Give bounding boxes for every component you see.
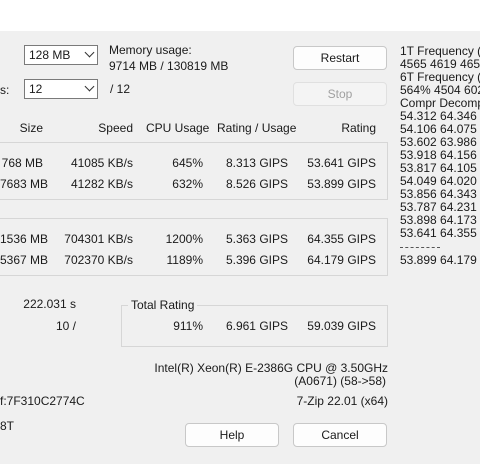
compressing-group (0, 142, 388, 200)
col-rating-usage: Rating / Usage (217, 121, 297, 135)
compress-rating: 53.641 GIPS (307, 156, 376, 170)
compress-size: 768 MB (1, 156, 43, 170)
dictionary-size-value: 128 MB (29, 48, 71, 62)
compress-size: 7683 MB (0, 177, 49, 191)
dictionary-size-select[interactable]: 128 MB (24, 45, 98, 65)
freq-1t-values: 4565 4619 4652 (400, 57, 480, 71)
chevron-down-icon (84, 47, 95, 58)
total-rating-label: Total Rating (128, 298, 198, 312)
compress-rating-usage: 8.526 GIPS (225, 177, 288, 191)
passes-count: 10 / (55, 319, 76, 333)
col-size: Size (19, 121, 43, 135)
help-button[interactable]: Help (185, 423, 279, 447)
freq-6t-title: 6T Frequency (M (400, 70, 480, 84)
compress-cpu: 632% (172, 177, 203, 191)
decompress-rating: 64.355 GIPS (307, 232, 376, 246)
cancel-button[interactable]: Cancel (293, 423, 387, 447)
decompress-rating-usage: 5.363 GIPS (225, 232, 288, 246)
compress-rating: 53.899 GIPS (307, 177, 376, 191)
system-id: f:7F310C2774C (0, 394, 85, 408)
system-misc: 8T (0, 419, 15, 433)
memory-label: Memory usage: (109, 43, 192, 57)
pass-separator (400, 247, 440, 248)
total-cpu: 911% (173, 319, 203, 333)
decompress-speed: 702370 KB/s (64, 253, 133, 267)
pass-row: 54.049 64.020 (400, 174, 477, 188)
decompress-speed: 704301 KB/s (64, 232, 133, 246)
pass-row: 53.856 64.343 (400, 187, 477, 201)
compress-speed: 41282 KB/s (70, 177, 133, 191)
pass-row: 53.602 63.986 (400, 135, 477, 149)
pass-row: 53.918 64.156 (400, 148, 477, 162)
compress-cpu: 645% (172, 156, 203, 170)
threads-select[interactable]: 12 (24, 79, 98, 99)
total-rating: 59.039 GIPS (307, 319, 376, 333)
pass-row: 53.641 64.355 (400, 226, 477, 240)
pass-row: 53.817 64.105 (400, 161, 477, 175)
chevron-down-icon (84, 81, 95, 92)
pass-row: 54.106 64.075 (400, 122, 477, 136)
total-rating-usage: 6.961 GIPS (225, 319, 288, 333)
decompressing-group (0, 218, 388, 276)
memory-value: 9714 MB / 130819 MB (109, 59, 229, 73)
cpu-name: Intel(R) Xeon(R) E-2386G CPU @ 3.50GHz (154, 361, 388, 375)
decompress-size: 1536 MB (0, 232, 49, 246)
decompress-rating: 64.179 GIPS (307, 253, 376, 267)
pass-row: 54.312 64.346 (400, 109, 477, 123)
freq-6t-values: 564% 4504 602% (400, 83, 480, 97)
col-speed: Speed (98, 121, 133, 135)
cpu-id: (A0671) (58->58) (294, 374, 386, 388)
decompress-rating-usage: 5.396 GIPS (225, 253, 288, 267)
pass-row: 53.898 64.173 (400, 213, 477, 227)
decompress-cpu: 1189% (166, 253, 203, 267)
stop-button[interactable]: Stop (293, 82, 387, 106)
elapsed-time: 222.031 s (23, 297, 76, 311)
version-label: 7-Zip 22.01 (x64) (296, 394, 388, 408)
compress-rating-usage: 8.313 GIPS (225, 156, 288, 170)
col-rating: Rating (341, 121, 376, 135)
decompress-cpu: 1200% (165, 232, 203, 246)
threads-max: / 12 (110, 82, 131, 96)
compress-speed: 41085 KB/s (70, 156, 133, 170)
freq-1t-title: 1T Frequency (M (400, 44, 480, 58)
threads-value: 12 (29, 82, 43, 96)
decompress-size: 5367 MB (0, 253, 49, 267)
restart-button[interactable]: Restart (293, 46, 387, 70)
col-cpu-usage: CPU Usage (146, 121, 210, 135)
title-bar (0, 0, 480, 31)
pass-row: 53.787 64.231 (400, 200, 477, 214)
pass-summary: 53.899 64.179 (400, 253, 477, 267)
threads-label: s: (0, 83, 10, 97)
pass-columns-header: Compr Decompr (400, 96, 480, 110)
